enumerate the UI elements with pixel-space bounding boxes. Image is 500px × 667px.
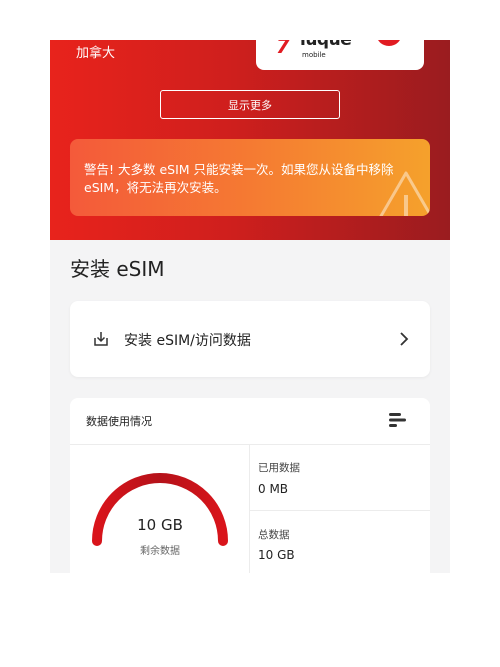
sort-bars-icon[interactable]: [388, 412, 408, 428]
operator-logo-card: 7 luque mobile: [256, 40, 424, 70]
download-icon: [94, 332, 108, 346]
warning-triangle-icon: [379, 171, 430, 216]
install-esim-row[interactable]: 安装 eSIM/访问数据: [70, 301, 430, 377]
usage-stat-divider: [250, 510, 430, 511]
esim-screen: 加拿大 7 luque mobile 显示更多 警告! 大多数 eSIM 只能安…: [50, 40, 450, 573]
warning-banner: 警告! 大多数 eSIM 只能安装一次。如果您从设备中移除 eSIM，将无法再次…: [70, 139, 430, 216]
chevron-right-icon: [400, 332, 409, 346]
total-data-value: 10 GB: [258, 548, 295, 562]
data-usage-card: 数据使用情况 10 GB 剩余数据 已用数据 0 MB 总数据 10 GB: [70, 398, 430, 573]
operator-logo-icon: 7: [276, 40, 290, 58]
used-data-value: 0 MB: [258, 482, 289, 496]
remaining-data-label: 剩余数据: [140, 546, 180, 557]
country-label: 加拿大: [76, 46, 116, 61]
remaining-data-value: 10 GB: [137, 516, 183, 534]
used-data-label: 已用数据: [258, 462, 300, 474]
install-section-title: 安装 eSIM: [70, 257, 165, 281]
install-esim-label: 安装 eSIM/访问数据: [124, 333, 251, 349]
operator-logo-text: luque: [300, 40, 352, 50]
plan-header: 加拿大 7 luque mobile 显示更多 警告! 大多数 eSIM 只能安…: [50, 40, 450, 240]
usage-divider: [70, 444, 430, 445]
show-more-button[interactable]: 显示更多: [160, 90, 340, 119]
total-data-label: 总数据: [258, 529, 290, 541]
data-usage-title: 数据使用情况: [86, 415, 152, 428]
data-remaining-gauge: [92, 473, 228, 546]
warning-text: 警告! 大多数 eSIM 只能安装一次。如果您从设备中移除 eSIM，将无法再次…: [84, 162, 394, 195]
operator-logo-sub: mobile: [302, 51, 326, 59]
